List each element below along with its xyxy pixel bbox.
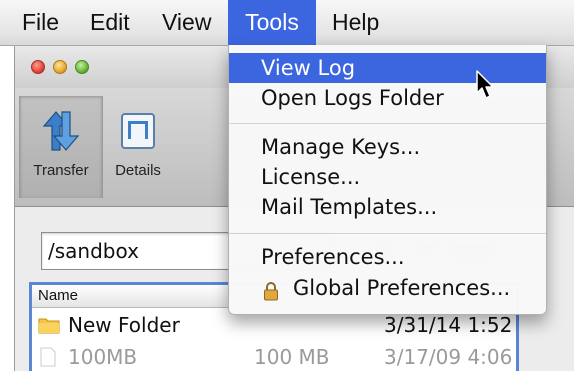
- mouse-pointer-icon: [475, 69, 497, 106]
- transfer-tool-label: Transfer: [33, 162, 89, 179]
- menu-item-open-logs-folder[interactable]: Open Logs Folder: [229, 83, 546, 113]
- menu-view[interactable]: View: [150, 0, 223, 45]
- details-tool-button[interactable]: Details: [105, 96, 171, 198]
- details-tool-label: Details: [115, 162, 161, 179]
- file-name: 100MB: [68, 345, 138, 369]
- minimize-window-button[interactable]: [53, 60, 67, 74]
- transfer-arrows-icon: [39, 110, 83, 157]
- menu-item-view-log[interactable]: View Log: [229, 53, 546, 83]
- menu-item-preferences[interactable]: Preferences...: [229, 242, 546, 272]
- tools-menu: View Log Open Logs Folder Manage Keys...…: [228, 45, 547, 315]
- name-column-header[interactable]: Name: [38, 287, 78, 304]
- file-name: New Folder: [68, 313, 180, 337]
- file-row[interactable]: 100MB 100 MB 3/17/09 4:06: [32, 341, 516, 371]
- menu-item-mail-templates[interactable]: Mail Templates...: [229, 192, 546, 222]
- menu-item-license[interactable]: License...: [229, 162, 546, 192]
- menu-separator: [229, 123, 546, 124]
- file-size: 100 MB: [254, 345, 330, 369]
- menu-tools[interactable]: Tools: [228, 0, 316, 45]
- close-window-button[interactable]: [31, 60, 45, 74]
- menu-file[interactable]: File: [10, 0, 71, 45]
- menu-item-global-preferences-label: Global Preferences...: [293, 276, 511, 300]
- menu-item-global-preferences[interactable]: Global Preferences...: [229, 273, 546, 303]
- lock-icon: [263, 279, 279, 309]
- folder-icon: [38, 316, 60, 339]
- file-date: 3/17/09 4:06: [384, 345, 513, 369]
- menu-separator: [229, 233, 546, 234]
- menu-edit[interactable]: Edit: [78, 0, 142, 45]
- menu-help[interactable]: Help: [320, 0, 391, 45]
- transfer-tool-button[interactable]: Transfer: [19, 96, 103, 198]
- zoom-window-button[interactable]: [75, 60, 89, 74]
- file-icon: [40, 347, 56, 371]
- menu-item-manage-keys[interactable]: Manage Keys...: [229, 132, 546, 162]
- details-icon: [118, 110, 158, 157]
- menu-bar: File Edit View Tools Help: [0, 0, 574, 46]
- file-date: 3/31/14 1:52: [384, 313, 513, 337]
- screen: Transfer Details /sandbox Name New Folde…: [0, 0, 574, 371]
